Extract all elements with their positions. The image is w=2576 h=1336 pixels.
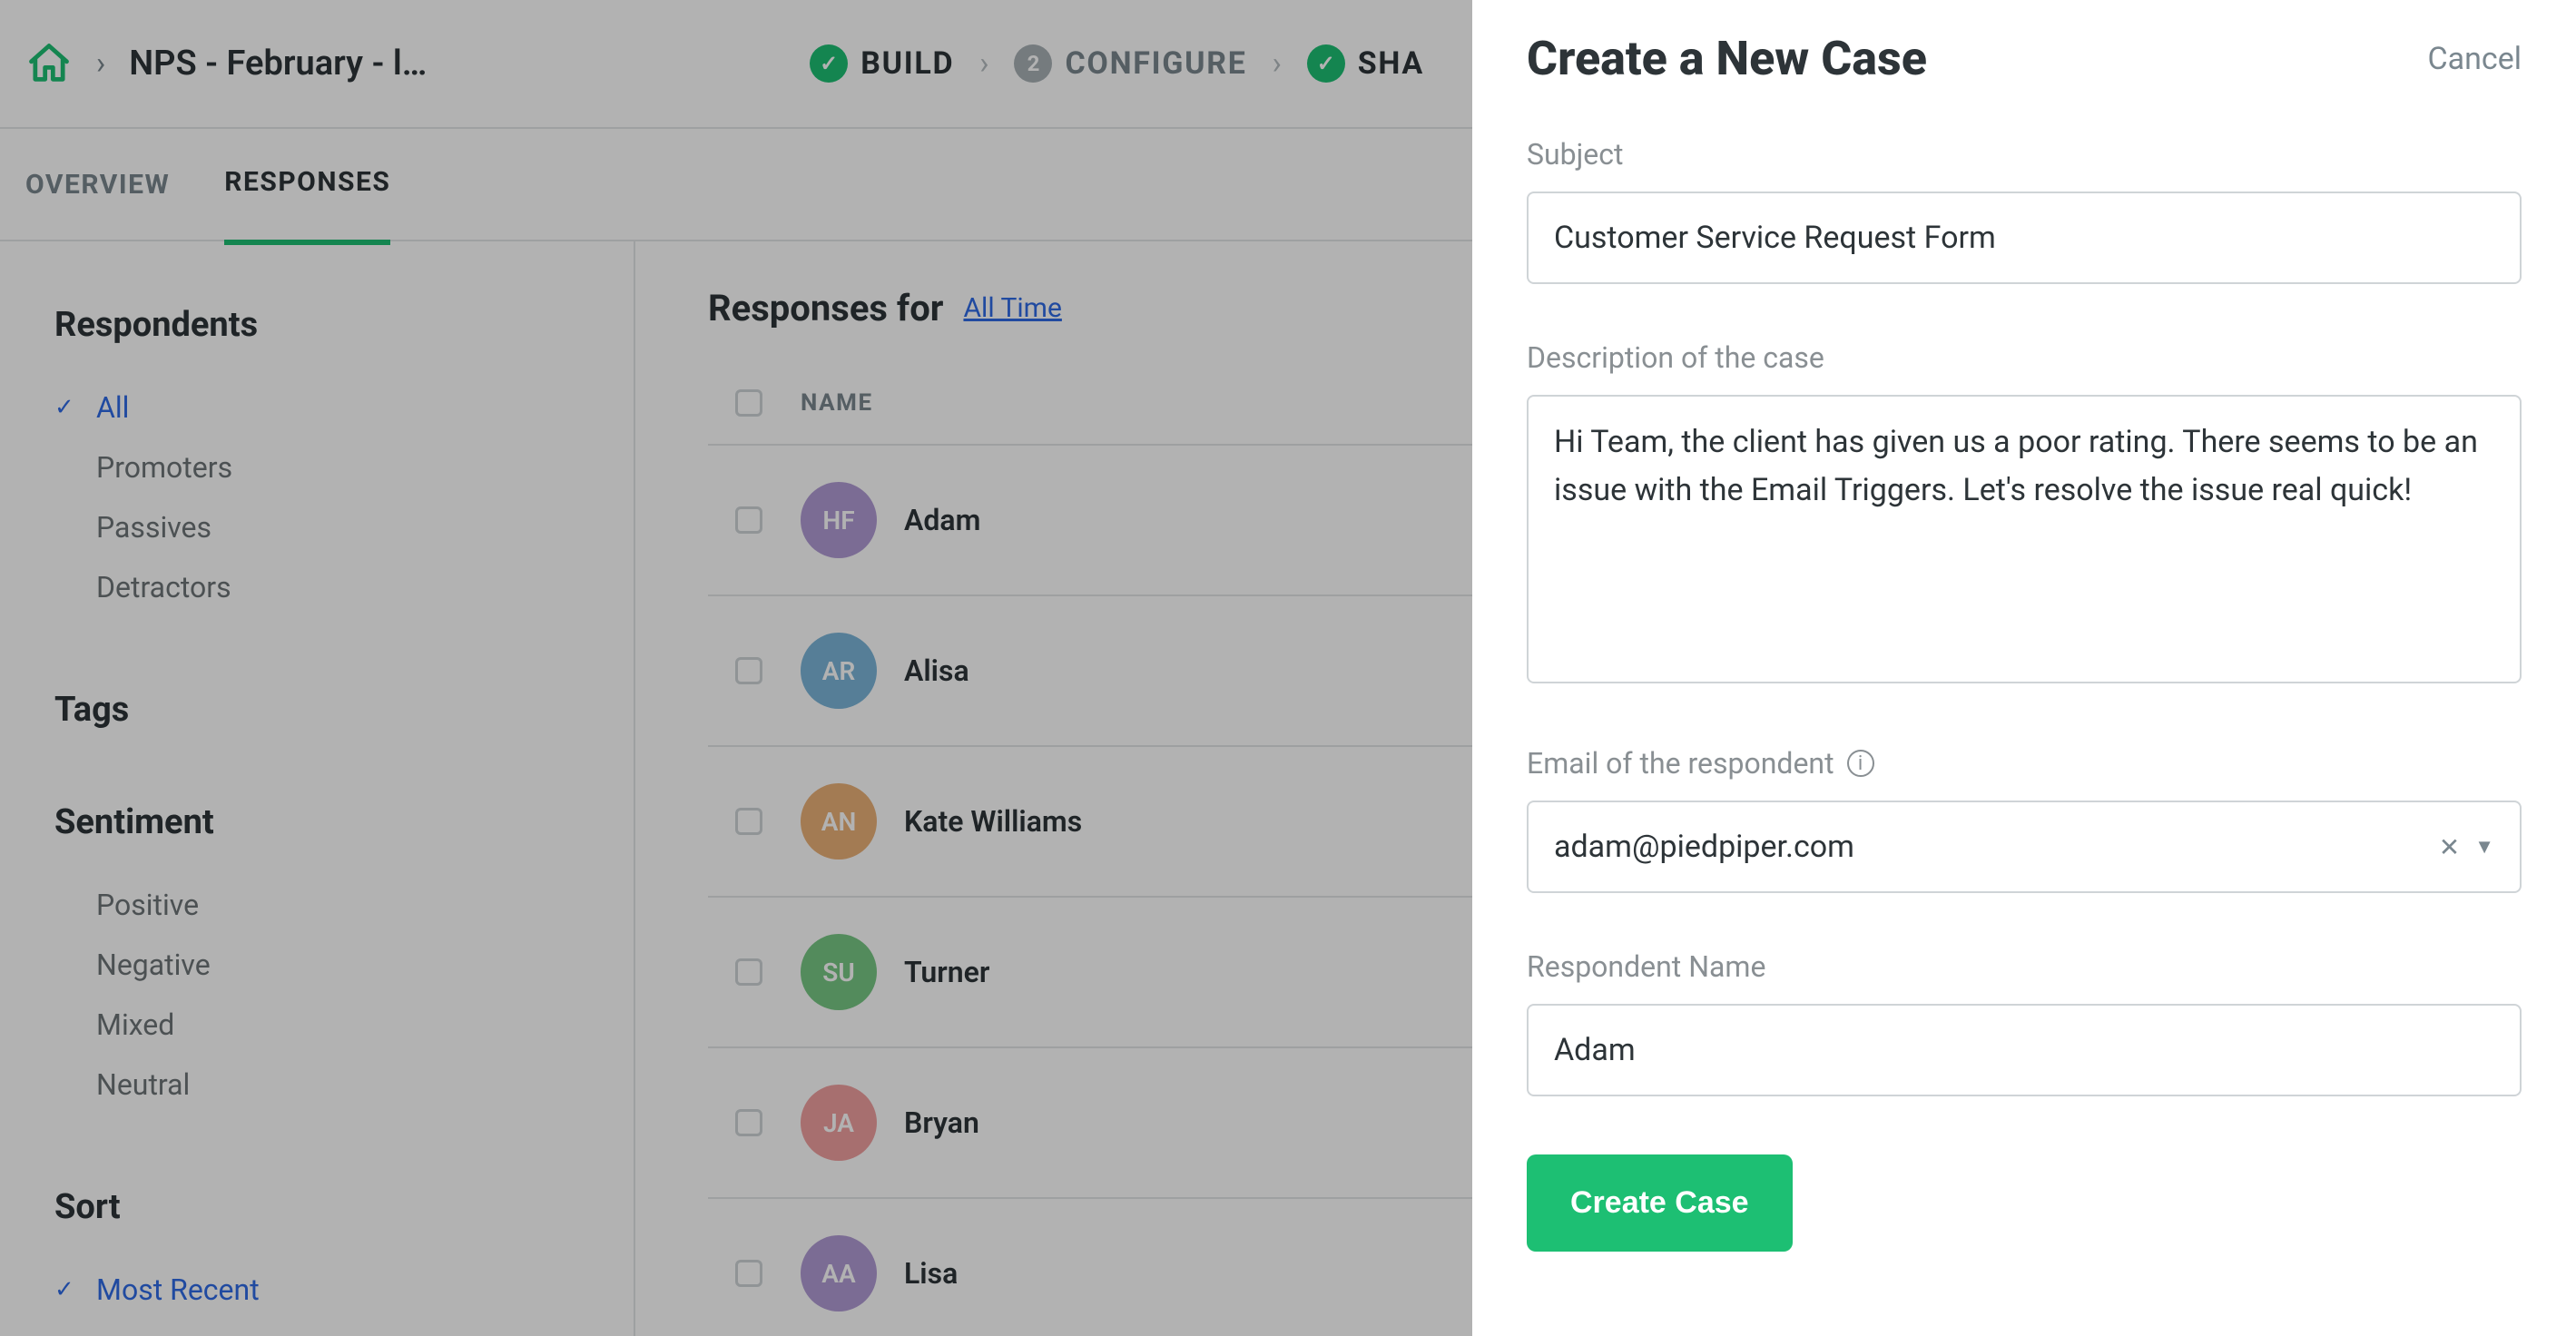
drawer-title: Create a New Case <box>1527 31 1927 86</box>
cancel-button[interactable]: Cancel <box>2428 41 2522 77</box>
description-textarea[interactable] <box>1527 395 2522 683</box>
email-label: Email of the respondent i <box>1527 746 2522 781</box>
info-icon[interactable]: i <box>1847 750 1874 777</box>
subject-label: Subject <box>1527 137 2522 172</box>
chevron-down-icon[interactable]: ▼ <box>2474 835 2494 859</box>
email-select[interactable]: adam@piedpiper.com ✕ ▼ <box>1527 801 2522 893</box>
respondent-name-input[interactable] <box>1527 1004 2522 1096</box>
description-label: Description of the case <box>1527 340 2522 375</box>
respondent-name-label: Respondent Name <box>1527 949 2522 984</box>
clear-icon[interactable]: ✕ <box>2439 832 2460 862</box>
create-case-button[interactable]: Create Case <box>1527 1154 1793 1252</box>
email-label-text: Email of the respondent <box>1527 746 1834 781</box>
email-selected-value: adam@piedpiper.com <box>1554 829 2424 865</box>
create-case-drawer: Create a New Case Cancel Subject Descrip… <box>1472 0 2576 1336</box>
subject-input[interactable] <box>1527 192 2522 284</box>
